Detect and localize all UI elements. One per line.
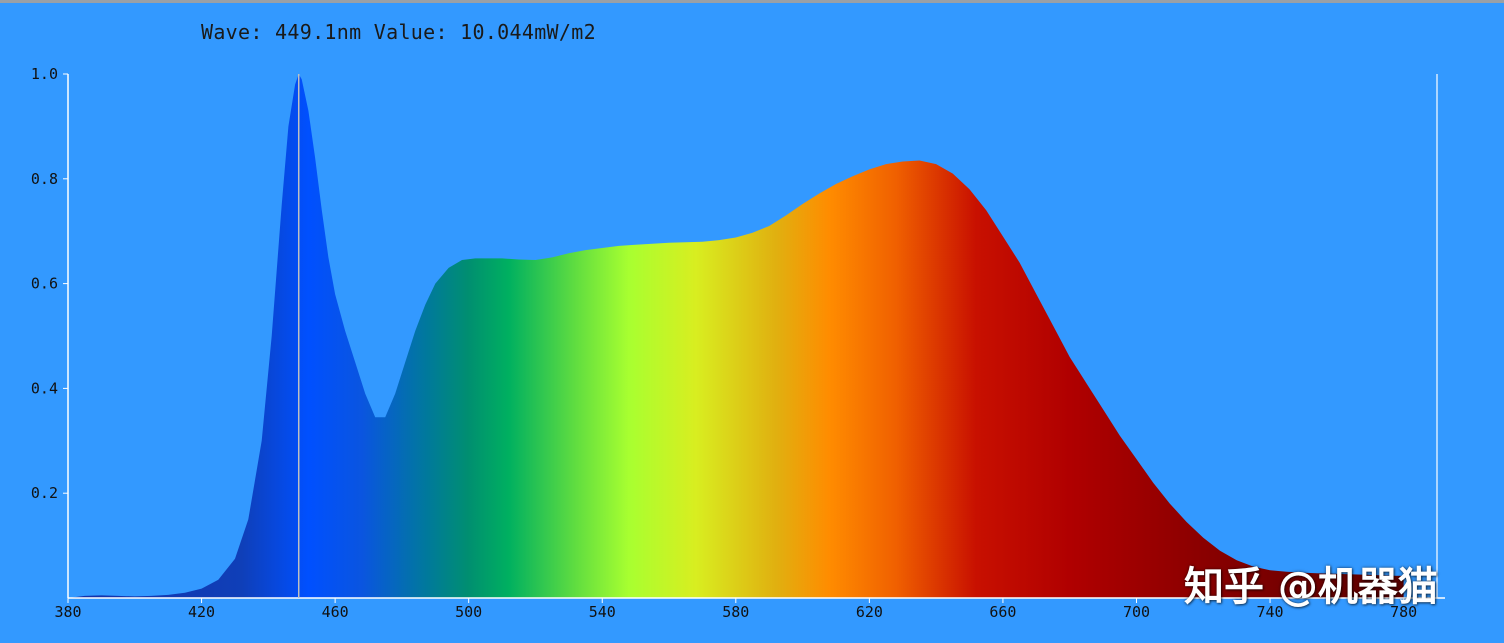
y-tick-label: 0.4 <box>31 379 58 397</box>
y-tick-label: 1.0 <box>31 65 58 83</box>
spectrum-chart[interactable]: 380 420 460 500 540 580 620 660 700 740 780 0.20.4… <box>0 0 1504 643</box>
x-tick-label: 540 <box>589 603 616 621</box>
x-tick-label: 380 <box>54 603 81 621</box>
spectrum-window: Wave: 449.1nm Value: 10.044mW/m2 380 420… <box>0 0 1504 643</box>
x-tick-label: 620 <box>856 603 883 621</box>
x-tick-label: 700 <box>1123 603 1150 621</box>
x-tick-label: 420 <box>188 603 215 621</box>
y-axis-ticks: 0.2 0.4 0.6 0.8 1.0 <box>31 65 68 502</box>
x-tick-label: 460 <box>322 603 349 621</box>
y-tick-label: 0.2 <box>31 484 58 502</box>
x-tick-label: 500 <box>455 603 482 621</box>
x-tick-label: 580 <box>722 603 749 621</box>
x-tick-label: 660 <box>989 603 1016 621</box>
watermark-text: 知乎 @机器猫 <box>1184 564 1438 610</box>
spectrum-area <box>68 74 1404 598</box>
y-tick-label: 0.8 <box>31 170 58 188</box>
y-tick-label: 0.6 <box>31 275 58 293</box>
